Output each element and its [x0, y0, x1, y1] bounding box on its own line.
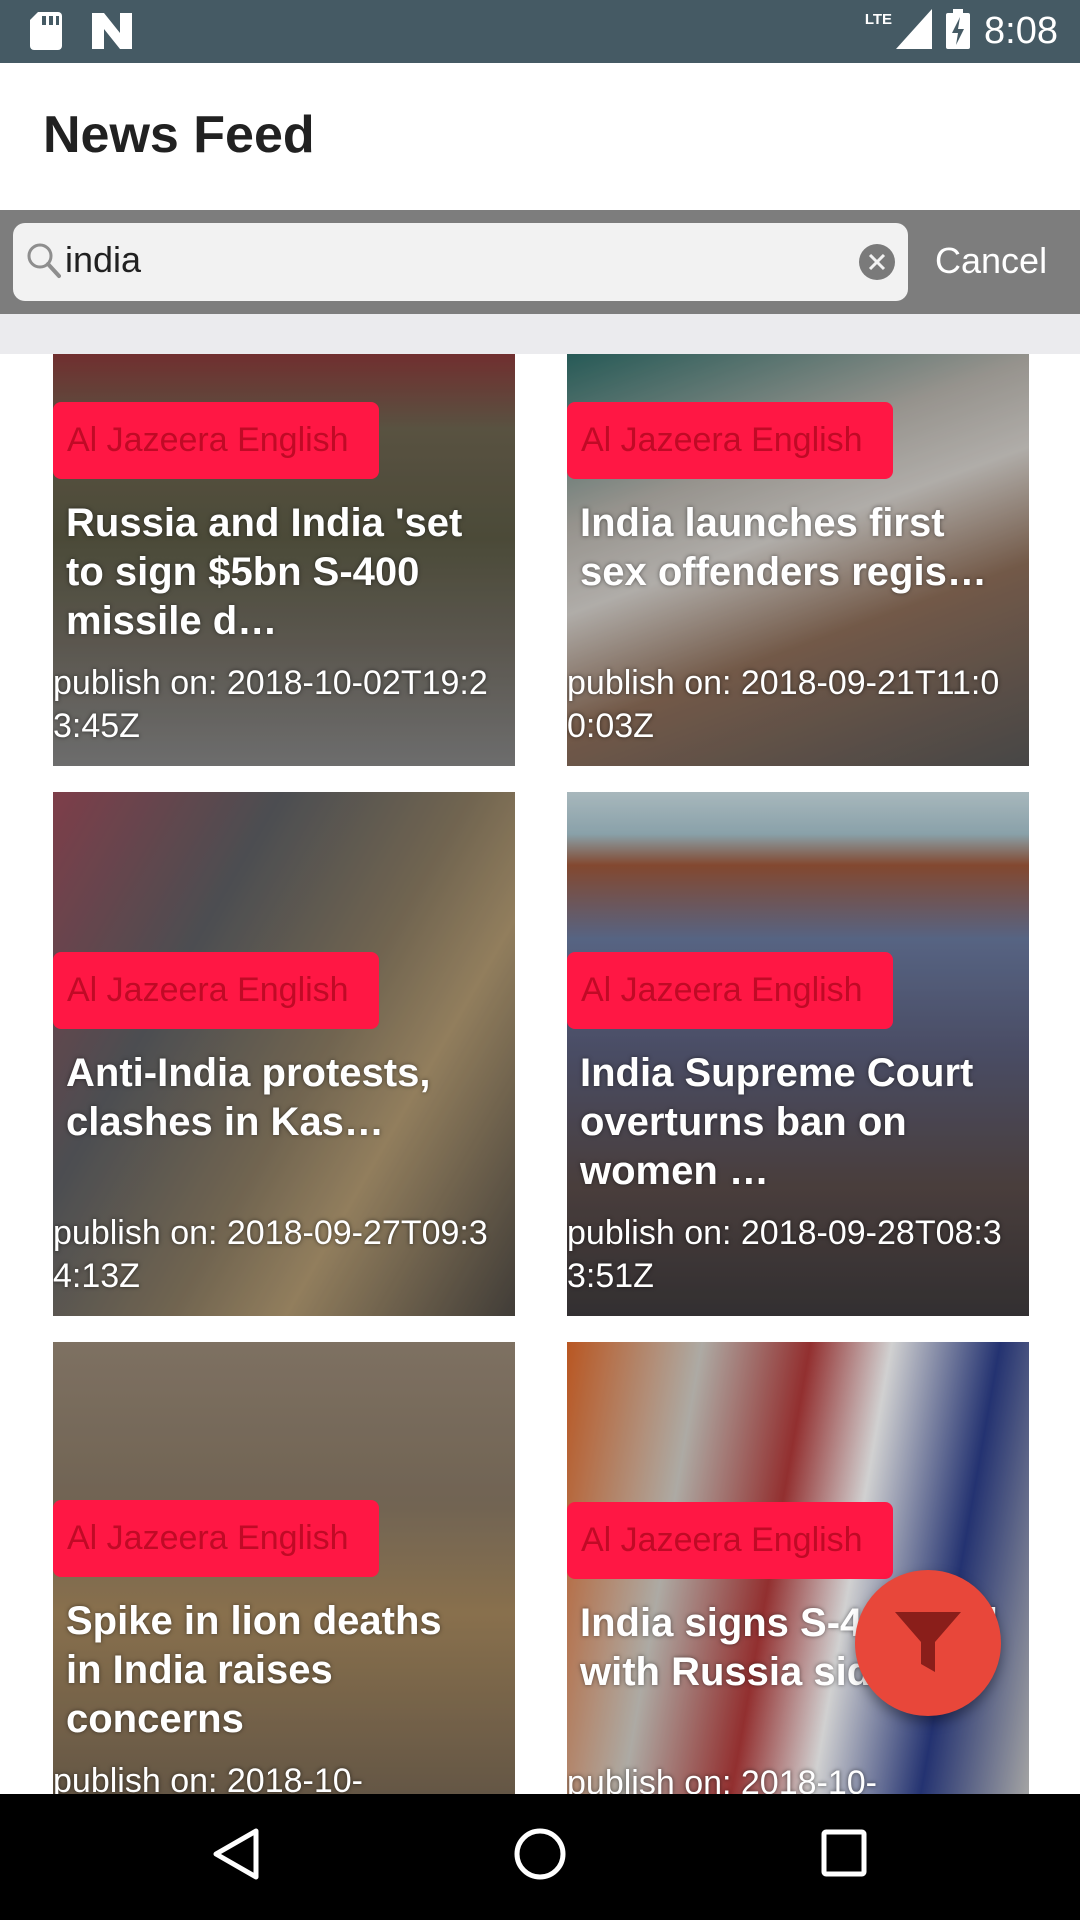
page-title: News Feed	[43, 106, 315, 164]
recents-icon[interactable]	[820, 1827, 868, 1886]
status-bar: LTE 8:08	[0, 0, 1080, 63]
n-logo-icon	[92, 13, 132, 54]
filter-icon	[895, 1612, 961, 1672]
network-type: LTE	[864, 11, 893, 28]
article-title: India Supreme Court overturns ban on wom…	[580, 1051, 974, 1193]
publish-date: publish on: 2018-09-27T09:34:13Z	[53, 1214, 488, 1295]
filter-button[interactable]	[855, 1570, 1001, 1716]
news-card[interactable]: Al Jazeera English India Supreme Court o…	[567, 792, 1029, 1316]
navigation-bar	[0, 1794, 1080, 1920]
publish-date: publish on: 2018-10-	[567, 1764, 878, 1794]
news-card[interactable]: Al Jazeera English Russia and India 'set…	[53, 354, 515, 766]
news-card[interactable]: Al Jazeera English India launches first …	[567, 354, 1029, 766]
search-input[interactable]	[65, 239, 845, 281]
article-title: Anti-India protests, clashes in Kas…	[66, 1051, 431, 1144]
news-card[interactable]: Al Jazeera English Anti-India protests, …	[53, 792, 515, 1316]
article-title: Spike in lion deaths in India raises con…	[66, 1599, 442, 1741]
publish-date: publish on: 2018-10-02T19:23:45Z	[53, 664, 488, 745]
clear-search-icon[interactable]	[859, 244, 895, 285]
back-icon[interactable]	[212, 1827, 260, 1886]
search-bar: Cancel	[0, 210, 1080, 314]
article-title: Russia and India 'set to sign $5bn S-400…	[66, 501, 463, 643]
cancel-button[interactable]: Cancel	[935, 240, 1047, 282]
publish-date: publish on: 2018-09-21T11:00:03Z	[567, 664, 1000, 745]
news-card[interactable]: Al Jazeera English Spike in lion deaths …	[53, 1342, 515, 1794]
source-badge: Al Jazeera English	[567, 402, 893, 479]
source-badge: Al Jazeera English	[567, 1502, 893, 1579]
search-icon	[27, 243, 61, 284]
article-title: India launches first sex offenders regis…	[580, 501, 987, 594]
source-badge: Al Jazeera English	[567, 952, 893, 1029]
sd-card-icon	[30, 12, 62, 55]
home-icon[interactable]	[513, 1827, 567, 1886]
search-field[interactable]	[13, 223, 908, 301]
source-badge: Al Jazeera English	[53, 1500, 379, 1577]
clock: 8:08	[984, 10, 1058, 52]
publish-date: publish on: 2018-09-28T08:33:51Z	[567, 1214, 1002, 1295]
signal-icon	[896, 9, 933, 54]
battery-charging-icon	[946, 9, 971, 54]
divider	[0, 314, 1080, 354]
publish-date: publish on: 2018-10-	[53, 1762, 364, 1794]
news-card[interactable]: Al Jazeera English India signs S-400 dea…	[567, 1342, 1029, 1794]
source-badge: Al Jazeera English	[53, 402, 379, 479]
app-bar: News Feed	[0, 63, 1080, 210]
source-badge: Al Jazeera English	[53, 952, 379, 1029]
